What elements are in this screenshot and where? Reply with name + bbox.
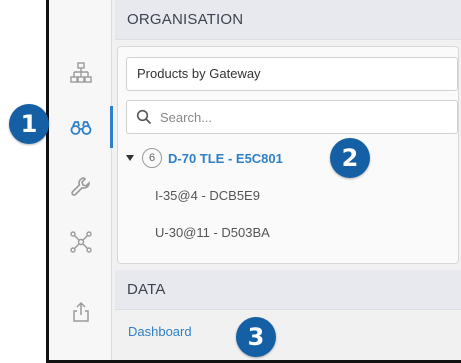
gateway-name[interactable]: D-70 TLE - E5C801	[168, 151, 283, 166]
search-input[interactable]	[160, 109, 440, 125]
search-icon	[136, 109, 152, 125]
tree-node-child[interactable]: U-30@11 - D503BA	[155, 217, 270, 247]
view-select[interactable]: Products by Gateway	[126, 57, 458, 91]
hierarchy-icon	[69, 62, 92, 83]
app-window: ORGANISATION Products by Gateway 6 D-70 …	[46, 0, 461, 363]
child-name[interactable]: I-35@4 - DCB5E9	[155, 188, 260, 203]
sidebar-item-binoculars[interactable]	[49, 102, 113, 152]
tree-node-gateway[interactable]: 6 D-70 TLE - E5C801	[126, 143, 283, 173]
network-icon	[69, 231, 92, 253]
dashboard-link[interactable]: Dashboard	[128, 324, 192, 339]
callout-badge: 1	[9, 104, 49, 144]
callout-badge: 2	[330, 138, 370, 178]
data-heading: DATA	[115, 270, 461, 310]
navigation-panel: ORGANISATION Products by Gateway 6 D-70 …	[115, 0, 461, 360]
callout-badge: 3	[236, 317, 276, 357]
sidebar-rail	[49, 0, 113, 360]
organisation-heading: ORGANISATION	[115, 0, 461, 40]
share-icon	[72, 301, 89, 322]
tree-node-child[interactable]: I-35@4 - DCB5E9	[155, 180, 260, 210]
sidebar-item-share[interactable]	[49, 287, 112, 337]
child-count-badge: 6	[142, 148, 162, 168]
expand-caret-icon[interactable]	[126, 155, 134, 161]
sidebar-item-tools[interactable]	[49, 162, 112, 212]
sidebar-item-hierarchy[interactable]	[49, 48, 112, 98]
sidebar-item-network[interactable]	[49, 217, 112, 267]
search-field[interactable]	[126, 100, 458, 134]
child-name[interactable]: U-30@11 - D503BA	[155, 225, 270, 240]
binoculars-icon	[70, 121, 91, 135]
wrench-icon	[70, 177, 90, 196]
organisation-card: Products by Gateway 6 D-70 TLE - E5C801 …	[117, 46, 459, 264]
